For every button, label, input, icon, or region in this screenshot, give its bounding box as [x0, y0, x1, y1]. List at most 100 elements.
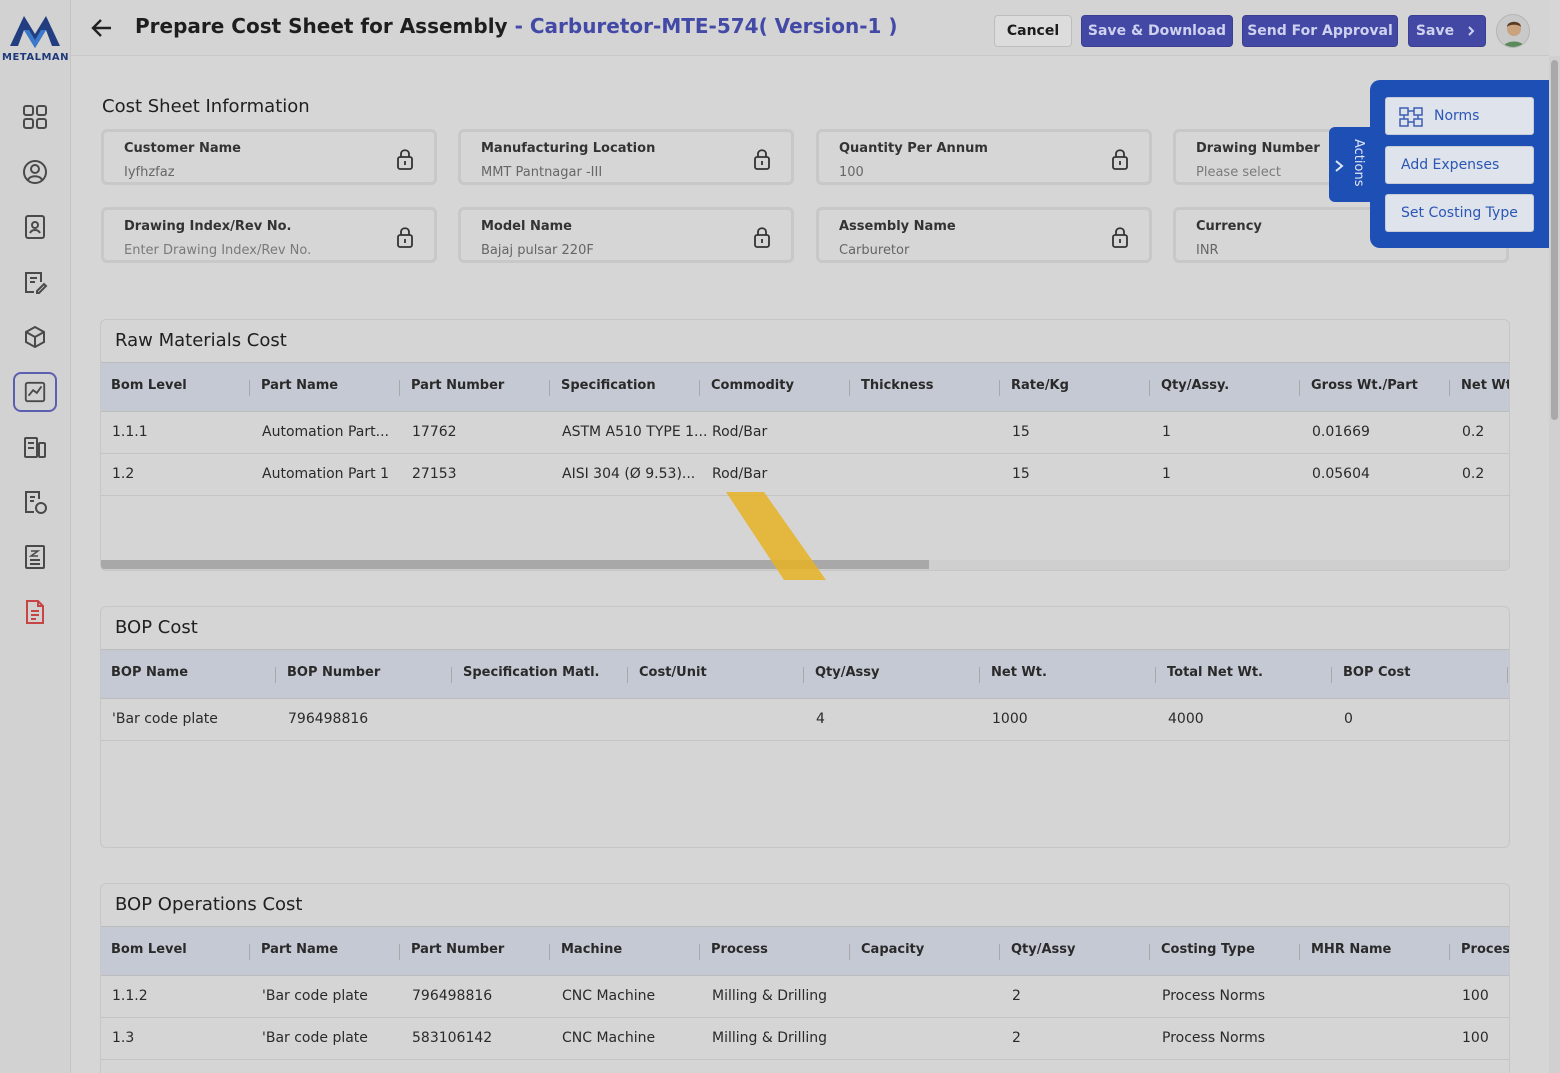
table-row[interactable]: 1.1.2 'Bar code plate 796498816 CNC Mach… — [101, 976, 1509, 1018]
column-header[interactable]: Cost/Unit — [639, 665, 707, 680]
edit-document-icon — [25, 272, 48, 294]
model-name-field[interactable]: Model Name Bajaj pulsar 220F — [458, 207, 794, 263]
page-title: Prepare Cost Sheet for Assembly - Carbur… — [135, 14, 898, 38]
contacts-icon — [25, 215, 45, 239]
table-cell: CNC Machine — [562, 988, 656, 1004]
sidebar-item-box[interactable] — [18, 320, 52, 354]
field-label: Assembly Name — [839, 219, 956, 234]
bop-operations-card: BOP Operations Cost Bom Level Part Name … — [100, 883, 1510, 1073]
column-header[interactable]: Part Number — [411, 378, 504, 393]
table-row[interactable]: 'Bar code plate 796498816 4 1000 4000 0 — [101, 699, 1509, 741]
table-cell: Milling & Drilling — [712, 988, 828, 1004]
table-cell: 0.05604 — [1312, 466, 1370, 482]
table-cell: Process Norms — [1162, 988, 1266, 1004]
field-value: 100 — [839, 165, 864, 180]
column-header[interactable]: Specification — [561, 378, 656, 393]
table-cell: 15 — [1012, 424, 1030, 440]
column-header[interactable]: Costing Type — [1161, 942, 1255, 957]
table-cell: 2 — [1012, 988, 1021, 1004]
column-header[interactable]: BOP Name — [111, 665, 188, 680]
column-header[interactable]: Process — [1461, 942, 1509, 957]
column-header[interactable]: Gross Wt./Part — [1311, 378, 1418, 393]
column-header[interactable]: Machine — [561, 942, 622, 957]
sidebar-item-cost-sheet[interactable] — [13, 372, 57, 412]
column-header[interactable]: BOP Cost — [1343, 665, 1410, 680]
user-avatar[interactable] — [1496, 14, 1530, 48]
customer-name-field[interactable]: Customer Name Iyfhzfaz — [101, 129, 437, 185]
back-arrow-icon[interactable] — [89, 15, 115, 41]
assembly-name-field[interactable]: Assembly Name Carburetor — [816, 207, 1152, 263]
column-divider — [699, 944, 700, 960]
field-label: Drawing Number — [1196, 141, 1320, 156]
column-header[interactable]: BOP Number — [287, 665, 380, 680]
bop-cost-header: BOP Name BOP Number Specification Matl. … — [101, 649, 1509, 699]
sidebar-item-zbc[interactable] — [18, 540, 52, 574]
table-cell: Process Norms — [1162, 1030, 1266, 1046]
column-divider — [549, 380, 550, 396]
column-header[interactable]: Process — [711, 942, 768, 957]
cancel-button[interactable]: Cancel — [994, 15, 1072, 47]
column-header[interactable]: Part Name — [261, 942, 338, 957]
column-header[interactable]: Total Net Wt. — [1167, 665, 1263, 680]
table-cell: 17762 — [412, 424, 457, 440]
table-cell: 1 — [1162, 424, 1171, 440]
sidebar-item-edit-document[interactable] — [18, 265, 52, 299]
column-header[interactable]: Thickness — [861, 378, 933, 393]
actions-toggle-tab[interactable]: Actions — [1329, 127, 1372, 202]
column-header[interactable]: Qty/Assy — [815, 665, 880, 680]
drawing-index-rev-field[interactable]: Drawing Index/Rev No. Enter Drawing Inde… — [101, 207, 437, 263]
column-divider — [451, 667, 452, 683]
save-button[interactable]: Save — [1408, 15, 1486, 47]
column-header[interactable]: Part Name — [261, 378, 338, 393]
save-and-download-button[interactable]: Save & Download — [1081, 15, 1233, 47]
manufacturing-location-field[interactable]: Manufacturing Location MMT Pantnagar -II… — [458, 129, 794, 185]
table-cell: 'Bar code plate — [262, 1030, 368, 1046]
column-header[interactable]: Qty/Assy. — [1161, 378, 1229, 393]
column-divider — [1299, 380, 1300, 396]
column-divider — [1149, 944, 1150, 960]
table-cell: 1 — [1162, 466, 1171, 482]
column-header[interactable]: Qty/Assy — [1011, 942, 1076, 957]
page-scrollbar-thumb[interactable] — [1551, 60, 1558, 420]
table-row[interactable]: 1.3 'Bar code plate 583106142 CNC Machin… — [101, 1018, 1509, 1060]
column-header[interactable]: MHR Name — [1311, 942, 1391, 957]
sidebar-item-dashboard[interactable] — [18, 100, 52, 134]
column-header[interactable]: Part Number — [411, 942, 504, 957]
metalman-logo[interactable]: METALMAN — [0, 12, 71, 64]
column-header[interactable]: Rate/Kg — [1011, 378, 1069, 393]
field-value: Iyfhzfaz — [124, 165, 175, 180]
user-icon — [23, 160, 47, 184]
norms-button[interactable]: Norms — [1385, 97, 1534, 135]
cost-icon — [25, 491, 47, 514]
table-cell: 100 — [1462, 1030, 1489, 1046]
column-header[interactable]: Net Wt. — [1461, 378, 1509, 393]
add-expenses-button[interactable]: Add Expenses — [1385, 146, 1534, 184]
sidebar-item-users[interactable] — [18, 155, 52, 189]
sidebar-item-reports[interactable] — [18, 595, 52, 629]
column-header[interactable]: Bom Level — [111, 378, 187, 393]
table-row[interactable]: 1.2 Automation Part 1 27153 AISI 304 (Ø … — [101, 454, 1509, 496]
column-header[interactable]: Capacity — [861, 942, 924, 957]
sidebar-item-machines[interactable] — [18, 430, 52, 464]
table-row[interactable]: 1.1.1 Automation Part... 17762 ASTM A510… — [101, 412, 1509, 454]
sidebar-item-cost[interactable] — [18, 485, 52, 519]
column-header[interactable]: Commodity — [711, 378, 794, 393]
quantity-per-annum-field[interactable]: Quantity Per Annum 100 — [816, 129, 1152, 185]
column-header[interactable]: Bom Level — [111, 942, 187, 957]
table-cell: 27153 — [412, 466, 457, 482]
set-costing-type-button[interactable]: Set Costing Type — [1385, 194, 1534, 232]
page-scrollbar[interactable] — [1549, 56, 1560, 1073]
send-for-approval-button[interactable]: Send For Approval — [1242, 15, 1398, 47]
column-divider — [1149, 380, 1150, 396]
field-label: Currency — [1196, 219, 1262, 234]
sidebar-item-contacts[interactable] — [18, 210, 52, 244]
column-header[interactable]: Net Wt. — [991, 665, 1047, 680]
table-cell: Rod/Bar — [712, 424, 768, 440]
column-header[interactable]: Specification Matl. — [463, 665, 599, 680]
table-cell: 4 — [816, 711, 825, 727]
lock-icon — [397, 149, 413, 170]
table-cell: AISI 304 (Ø 9.53)... — [562, 466, 696, 482]
norms-label: Norms — [1434, 108, 1480, 124]
top-header: Prepare Cost Sheet for Assembly - Carbur… — [71, 0, 1549, 56]
raw-materials-title: Raw Materials Cost — [115, 330, 287, 351]
